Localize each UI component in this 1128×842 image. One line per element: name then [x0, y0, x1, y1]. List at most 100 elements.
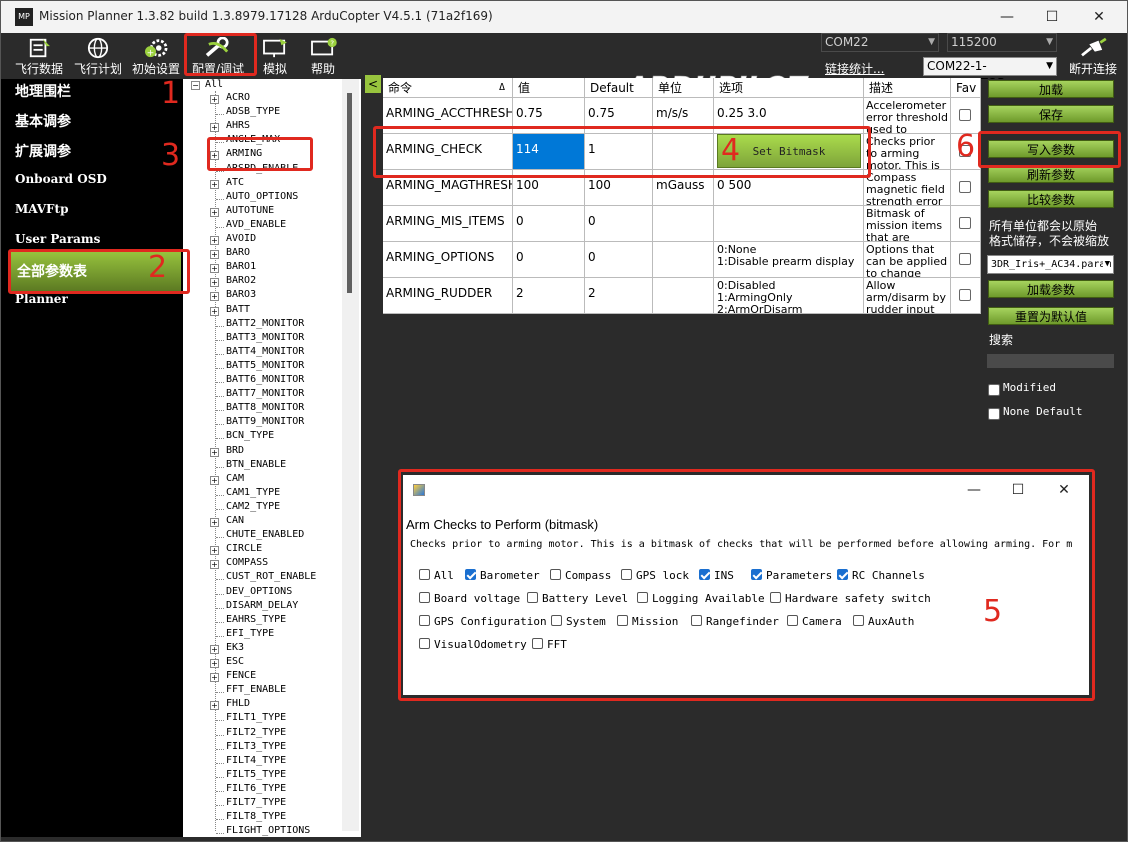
tree-node[interactable]: FILT6_TYPE: [226, 783, 286, 794]
tree-node[interactable]: BATT8_MONITOR: [226, 402, 304, 413]
link-stats-link[interactable]: 链接统计...: [825, 60, 884, 77]
tree-expand-icon[interactable]: +: [210, 236, 219, 245]
tree-scroll-thumb[interactable]: [347, 93, 352, 293]
tree-node[interactable]: BATT4_MONITOR: [226, 346, 304, 357]
bitmask-option[interactable]: Parameters: [751, 569, 832, 582]
tree-node[interactable]: DEV_OPTIONS: [226, 586, 292, 597]
tree-node[interactable]: ACRO: [226, 92, 250, 103]
tree-node[interactable]: BATT3_MONITOR: [226, 332, 304, 343]
load-params-button[interactable]: 加载参数: [988, 280, 1114, 298]
tree-node[interactable]: ARSPD_ENABLE: [226, 163, 298, 174]
bitmask-option[interactable]: RC Channels: [837, 569, 925, 582]
tree-node[interactable]: BATT: [226, 304, 250, 315]
tree-node[interactable]: BATT2_MONITOR: [226, 318, 304, 329]
bitmask-option[interactable]: Compass: [550, 569, 611, 582]
bitmask-option[interactable]: Mission: [617, 615, 678, 628]
bitmask-option[interactable]: Barometer: [465, 569, 540, 582]
param-file-select[interactable]: 3DR_Iris+_AC34.param ▼: [987, 255, 1114, 274]
tree-node[interactable]: AVOID: [226, 233, 256, 244]
sidebar-item-extended-tuning[interactable]: 扩展调参: [15, 141, 71, 161]
fav-checkbox[interactable]: [959, 181, 971, 193]
toolbar-help[interactable]: ? 帮助: [301, 33, 345, 77]
bitmask-option[interactable]: Battery Level: [527, 592, 628, 605]
sidebar-item-mavftp[interactable]: MAVFtp: [15, 202, 68, 216]
checkbox-unchecked[interactable]: [770, 592, 781, 603]
table-cell-value[interactable]: 114: [513, 134, 585, 170]
tree-expand-icon[interactable]: −: [191, 81, 200, 90]
bitmask-option[interactable]: Logging Available: [637, 592, 765, 605]
tree-node[interactable]: AUTO_OPTIONS: [226, 191, 298, 202]
checkbox-unchecked[interactable]: [419, 638, 430, 649]
fav-checkbox[interactable]: [959, 253, 971, 265]
checkbox-unchecked[interactable]: [853, 615, 864, 626]
tree-expand-icon[interactable]: +: [210, 95, 219, 104]
tree-expand-icon[interactable]: +: [210, 447, 219, 457]
tree-node[interactable]: EAHRS_TYPE: [226, 614, 286, 625]
checkbox-unchecked[interactable]: [532, 638, 543, 649]
compare-params-button[interactable]: 比较参数: [988, 190, 1114, 208]
write-params-button[interactable]: 写入参数: [988, 140, 1114, 158]
checkbox-unchecked[interactable]: [621, 569, 632, 580]
tree-node[interactable]: EFI_TYPE: [226, 628, 274, 639]
tree-node[interactable]: BTN_ENABLE: [226, 459, 286, 470]
table-cell-value[interactable]: 2: [513, 278, 585, 314]
bitmask-option[interactable]: Camera: [787, 615, 842, 628]
tree-node[interactable]: AUTOTUNE: [226, 205, 274, 216]
tree-expand-icon[interactable]: +: [210, 659, 219, 668]
column-header[interactable]: 选项: [714, 78, 864, 98]
checkbox-checked[interactable]: [837, 569, 848, 580]
tree-node[interactable]: ESC: [226, 656, 244, 667]
column-header[interactable]: Fav: [951, 78, 981, 98]
column-header[interactable]: 描述: [864, 78, 951, 98]
checkbox-unchecked[interactable]: [419, 592, 430, 603]
table-cell-value[interactable]: 0.75: [513, 98, 585, 134]
bitmask-option[interactable]: AuxAuth: [853, 615, 914, 628]
bitmask-option[interactable]: Rangefinder: [691, 615, 779, 628]
table-cell-value[interactable]: 0: [513, 242, 585, 278]
tree-node[interactable]: FILT5_TYPE: [226, 769, 286, 780]
tree-node[interactable]: AVD_ENABLE: [226, 219, 286, 230]
collapse-tree-button[interactable]: <: [365, 75, 381, 93]
tree-expand-icon[interactable]: +: [210, 250, 219, 260]
checkbox-checked[interactable]: [699, 569, 710, 580]
tree-node[interactable]: ADSB_TYPE: [226, 106, 280, 117]
tree-node[interactable]: FENCE: [226, 670, 256, 681]
dialog-maximize-button[interactable]: ☐: [998, 479, 1038, 501]
none-default-checkbox[interactable]: [988, 408, 1000, 420]
sidebar-item-geofence[interactable]: 地理围栏: [15, 81, 71, 101]
toolbar-flight-plan[interactable]: 飞行计划: [71, 33, 125, 77]
bitmask-option[interactable]: Board voltage: [419, 592, 520, 605]
checkbox-unchecked[interactable]: [419, 569, 430, 580]
refresh-params-button[interactable]: 刷新参数: [988, 165, 1114, 183]
tree-node-root[interactable]: All: [205, 79, 223, 90]
disconnect-button[interactable]: 断开连接: [1063, 33, 1123, 77]
toolbar-simulation[interactable]: 模拟: [255, 33, 295, 77]
tree-node[interactable]: CHUTE_ENABLED: [226, 529, 304, 540]
load-button[interactable]: 加载: [988, 80, 1114, 98]
tree-node[interactable]: FILT7_TYPE: [226, 797, 286, 808]
column-header[interactable]: 命令: [383, 78, 513, 98]
tree-node[interactable]: FFT_ENABLE: [226, 684, 286, 695]
checkbox-unchecked[interactable]: [551, 615, 562, 626]
column-header[interactable]: 单位: [653, 78, 714, 98]
reset-default-button[interactable]: 重置为默认值: [988, 307, 1114, 325]
tree-node[interactable]: FILT8_TYPE: [226, 811, 286, 822]
bitmask-option[interactable]: System: [551, 615, 606, 628]
tree-node[interactable]: CUST_ROT_ENABLE: [226, 571, 316, 582]
tree-node[interactable]: CAM: [226, 473, 244, 484]
tree-expand-icon[interactable]: +: [210, 278, 219, 288]
tree-node[interactable]: BARO3: [226, 289, 256, 300]
tree-node[interactable]: COMPASS: [226, 557, 268, 568]
table-cell-value[interactable]: 0: [513, 206, 585, 242]
dialog-minimize-button[interactable]: —: [954, 479, 994, 501]
table-cell-value[interactable]: 100: [513, 170, 585, 206]
checkbox-unchecked[interactable]: [787, 615, 798, 626]
connection-select[interactable]: COM22-1-QUADROTOR▼: [923, 57, 1057, 90]
tree-expand-icon[interactable]: +: [210, 673, 219, 683]
checkbox-unchecked[interactable]: [617, 615, 628, 626]
com-port-select[interactable]: COM22 ▼: [821, 33, 939, 52]
tree-node[interactable]: CIRCLE: [226, 543, 262, 554]
tree-node[interactable]: BATT6_MONITOR: [226, 374, 304, 385]
sidebar-item-onboard-osd[interactable]: Onboard OSD: [15, 172, 107, 186]
baud-rate-select[interactable]: 115200 ▼: [947, 33, 1057, 52]
